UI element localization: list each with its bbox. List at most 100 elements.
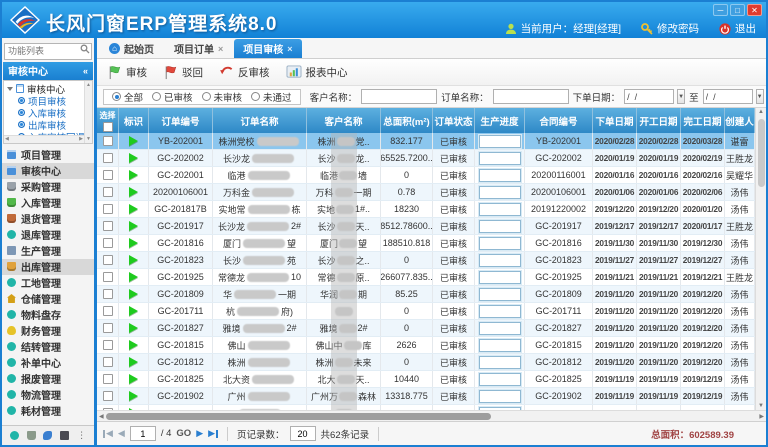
row-checkbox[interactable] [103, 187, 113, 197]
header-area[interactable]: 总面积(m²) [381, 108, 433, 133]
sidebar-module-item[interactable]: 审核中心 [2, 163, 94, 179]
order-date-from-input[interactable] [624, 89, 674, 104]
row-checkbox[interactable] [103, 153, 113, 163]
unaudit-button[interactable]: 反审核 [219, 65, 270, 80]
calendar-dropdown-icon[interactable]: ▼ [677, 89, 685, 104]
tab-project-audit[interactable]: 项目审核 × [234, 39, 301, 58]
header-status[interactable]: 订单状态 [433, 108, 475, 133]
scroll-left-icon[interactable]: ◀ [5, 136, 9, 142]
sidebar-module-item[interactable]: 物料盘存 [2, 307, 94, 323]
row-checkbox[interactable] [103, 391, 113, 401]
table-row[interactable]: GC-201809 华一期 华润期 85.25 已审核 GC-201809 20… [97, 286, 755, 303]
table-row[interactable]: GC-202002 长沙龙 长沙龙.. 65525.7200.. 已审核 GC-… [97, 150, 755, 167]
printer-icon[interactable] [60, 431, 69, 440]
header-creator[interactable]: 创建人 [725, 108, 755, 133]
header-start-date[interactable]: 开工日期 [637, 108, 681, 133]
tree-vertical-scrollbar[interactable]: ▲ ▼ [84, 81, 92, 143]
row-checkbox[interactable] [103, 289, 113, 299]
tab-close-icon[interactable]: × [287, 44, 292, 54]
dot-icon[interactable] [10, 431, 19, 440]
header-flag[interactable]: 标识 [119, 108, 149, 133]
page-number-input[interactable] [130, 426, 156, 441]
change-password-link[interactable]: 修改密码 [657, 21, 699, 36]
header-order-date[interactable]: 下单日期 [593, 108, 637, 133]
row-checkbox[interactable] [103, 255, 113, 265]
header-order-name[interactable]: 订单名称 [213, 108, 307, 133]
sidebar-module-item[interactable]: 补单中心 [2, 355, 94, 371]
scroll-up-icon[interactable]: ▲ [86, 82, 91, 88]
more-icon[interactable]: ⋮ [77, 430, 86, 441]
scroll-down-icon[interactable]: ▼ [86, 136, 91, 142]
header-progress[interactable]: 生产进度 [475, 108, 525, 133]
close-button[interactable]: ✕ [747, 4, 762, 16]
table-row[interactable]: GC-201823 长沙苑 长沙之.. 0 已审核 GC-201823 2019… [97, 252, 755, 269]
header-contract[interactable]: 合同编号 [525, 108, 593, 133]
table-row[interactable]: GC-201925 常德龙10 常德原.. 266077.835.. 已审核 G… [97, 269, 755, 286]
row-checkbox[interactable] [103, 272, 113, 282]
sidebar-module-item[interactable]: 退货管理 [2, 211, 94, 227]
sidebar-module-item[interactable]: 财务管理 [2, 323, 94, 339]
header-select[interactable]: 选择 [97, 108, 119, 133]
scroll-right-icon[interactable]: ▶ [79, 136, 83, 142]
sidebar-module-item[interactable]: 耗材管理 [2, 403, 94, 419]
scrollbar-thumb[interactable] [106, 413, 492, 420]
tree-horizontal-scrollbar[interactable]: ◀ ▶ [4, 135, 84, 143]
horizontal-scrollbar[interactable]: ◀ ▶ [97, 410, 766, 421]
go-button[interactable]: GO [176, 428, 191, 439]
row-checkbox[interactable] [103, 408, 113, 410]
table-row[interactable]: GC-201817B 实地常栋 实地1#.. 18230 已审核 2019122… [97, 201, 755, 218]
select-all-checkbox[interactable] [103, 122, 113, 132]
last-page-icon[interactable]: ▶ [208, 429, 218, 438]
collapse-icon[interactable]: « [83, 66, 88, 76]
table-row[interactable]: GC-201827 雅境2# 雅境2# 0 已审核 GC-201827 2019… [97, 320, 755, 337]
sidebar-module-item[interactable]: 项目管理 [2, 147, 94, 163]
first-page-icon[interactable]: ◀ [103, 429, 113, 438]
scroll-down-icon[interactable]: ▼ [758, 403, 764, 409]
prev-page-icon[interactable]: ◀ [118, 429, 125, 438]
radio-all[interactable]: 全部 [112, 90, 143, 104]
table-row[interactable]: GC-201816 厦门望 厦门望 188510.818 已审核 GC-2018… [97, 235, 755, 252]
sidebar-module-item[interactable]: 入库管理 [2, 195, 94, 211]
header-customer[interactable]: 客户名称 [307, 108, 381, 133]
row-checkbox[interactable] [103, 306, 113, 316]
row-checkbox[interactable] [103, 221, 113, 231]
minimize-button[interactable]: ─ [713, 4, 728, 16]
row-checkbox[interactable] [103, 204, 113, 214]
scroll-right-icon[interactable]: ▶ [759, 413, 764, 420]
audit-button[interactable]: 审核 [107, 65, 147, 80]
table-row[interactable]: GC-202001 临港 临港墙 0 已审核 20200116001 2020/… [97, 167, 755, 184]
table-row[interactable]: GC-201812 株洲 株洲未来 0 已审核 GC-201812 2019/1… [97, 354, 755, 371]
maximize-button[interactable]: □ [730, 4, 745, 16]
table-row[interactable]: 20200106001 万科金 万科一期 0.78 已审核 2020010600… [97, 184, 755, 201]
page-size-input[interactable] [290, 426, 316, 441]
order-date-to-input[interactable] [703, 89, 753, 104]
sidebar-module-item[interactable]: 结转管理 [2, 339, 94, 355]
row-checkbox[interactable] [103, 357, 113, 367]
scroll-left-icon[interactable]: ◀ [99, 413, 104, 420]
header-finish-date[interactable]: 完工日期 [681, 108, 725, 133]
table-row[interactable]: GC-201825 北大资 北大天.. 10440 已审核 GC-201825 … [97, 371, 755, 388]
order-name-input[interactable] [493, 89, 569, 104]
table-row[interactable]: GC-201917 长沙龙2# 长沙天.. 8512.78600.. 已审核 G… [97, 218, 755, 235]
row-checkbox[interactable] [103, 374, 113, 384]
row-checkbox[interactable] [103, 170, 113, 180]
calendar-dropdown-icon[interactable]: ▼ [756, 89, 764, 104]
sidebar-module-item[interactable]: 仓储管理 [2, 291, 94, 307]
sidebar-module-item[interactable]: 物流管理 [2, 387, 94, 403]
radio-failed[interactable]: 未通过 [251, 90, 292, 104]
sidebar-module-item[interactable]: 出库管理 [2, 259, 94, 275]
row-checkbox[interactable] [103, 136, 113, 146]
logout-link[interactable]: 退出 [735, 21, 756, 36]
scroll-up-icon[interactable]: ▲ [758, 109, 764, 115]
tab-home[interactable]: ⌂ 起始页 [100, 39, 163, 58]
customer-name-input[interactable] [361, 89, 437, 104]
row-checkbox[interactable] [103, 323, 113, 333]
sidebar-module-item[interactable]: 报废管理 [2, 371, 94, 387]
sidebar-module-item[interactable]: 生产管理 [2, 243, 94, 259]
table-row[interactable]: YB-202001 株洲党校 株洲党.. 832.177 已审核 YB-2020… [97, 133, 755, 150]
report-center-button[interactable]: 报表中心 [286, 65, 348, 80]
row-checkbox[interactable] [103, 238, 113, 248]
function-search-input[interactable] [4, 43, 92, 60]
radio-unaudited[interactable]: 未审核 [202, 90, 243, 104]
tree-expander-icon[interactable] [7, 87, 13, 91]
